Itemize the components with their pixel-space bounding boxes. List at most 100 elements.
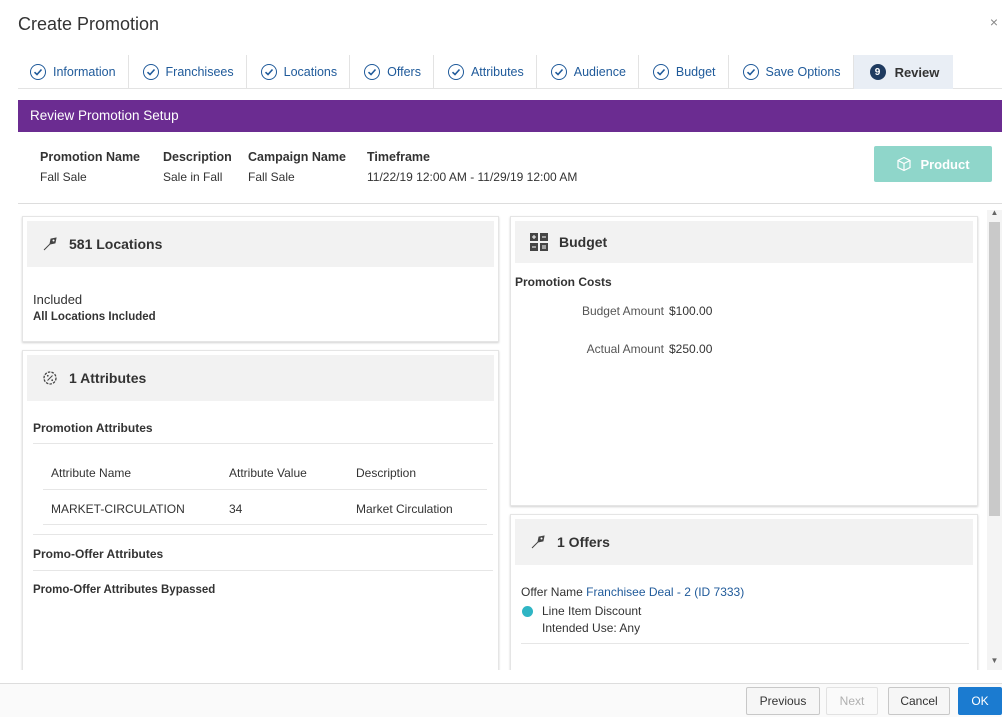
promotion-summary: Promotion Name Fall Sale Description Sal… [18,132,1002,204]
review-content: 581 Locations Included All Locations Inc… [18,208,1002,670]
offer-status-dot [522,606,533,617]
cell-attribute-name: MARKET-CIRCULATION [51,502,185,516]
budget-title: Budget [559,234,608,250]
step-franchisees[interactable]: Franchisees [129,55,247,89]
col-header-description: Description [356,466,417,480]
attributes-panel: 1 Attributes Promotion Attributes Attrib… [22,350,499,670]
dialog-title: Create Promotion [18,14,160,34]
cube-icon [897,156,912,172]
check-circle-icon [364,64,381,80]
summary-campaign-name: Campaign Name Fall Sale [248,150,346,184]
step-budget[interactable]: Budget [639,55,729,89]
scrollbar-thumb[interactable] [989,222,1000,516]
summary-label: Promotion Name [40,150,141,164]
divider [43,524,487,525]
check-circle-icon [30,64,46,80]
product-button-label: Product [920,156,970,172]
offers-panel-header: 1 Offers [515,519,973,565]
locations-panel: 581 Locations Included All Locations Inc… [22,216,499,342]
step-save-options[interactable]: Save Options [729,55,854,89]
scroll-down-icon[interactable]: ▼ [989,656,1000,666]
locations-status: Included [33,292,83,307]
next-button[interactable]: Next [826,687,878,715]
summary-value: Fall Sale [40,170,87,184]
col-header-attribute-value: Attribute Value [229,466,307,480]
offer-name-link[interactable]: Franchisee Deal - 2 (ID 7333) [586,585,744,599]
attributes-title: 1 Attributes [69,370,147,386]
col-header-attribute-name: Attribute Name [51,466,132,480]
step-offers[interactable]: Offers [350,55,434,89]
step-label: Attributes [470,65,524,79]
scroll-up-icon[interactable]: ▲ [989,208,1000,218]
budget-amount-label: Budget Amount [581,304,664,318]
step-label: Audience [573,65,626,79]
summary-promotion-name: Promotion Name Fall Sale [40,150,140,184]
previous-button[interactable]: Previous [746,687,820,715]
promo-offer-attributes-heading: Promo-Offer Attributes [33,547,164,561]
step-locations[interactable]: Locations [247,55,351,89]
locations-title: 581 Locations [69,236,163,252]
check-circle-icon [550,64,567,80]
actual-amount-value: $250.00 [669,342,713,356]
cell-attribute-value: 34 [229,502,243,516]
percent-gear-icon [41,369,59,387]
summary-value: Fall Sale [248,170,295,184]
dialog-footer: Previous Next Cancel OK [0,683,1002,717]
actual-amount-label: Actual Amount [586,342,664,356]
divider [33,534,493,535]
budget-panel-header: Budget [515,221,973,263]
check-circle-icon [260,64,277,80]
offer-name-row: Offer Name Franchisee Deal - 2 (ID 7333) [521,585,744,599]
summary-description: Description Sale in Fall [163,150,232,184]
divider [43,489,487,490]
tag-icon [529,533,547,551]
offers-title: 1 Offers [557,534,610,550]
calculator-icon [529,232,549,252]
promotion-attributes-heading: Promotion Attributes [33,421,153,435]
step-attributes[interactable]: Attributes [434,55,537,89]
divider [33,443,493,444]
step-label: Budget [675,65,716,79]
summary-value: Sale in Fall [163,170,223,184]
step-label: Locations [283,65,338,79]
divider [33,570,493,571]
offer-type: Line Item Discount [542,604,642,618]
offers-panel: 1 Offers Offer Name Franchisee Deal - 2 … [510,514,978,670]
tag-icon [41,235,59,253]
step-label: Review [894,64,940,80]
summary-label: Description [163,150,232,164]
step-review[interactable]: 9 Review [853,55,954,89]
check-circle-icon [142,64,159,80]
summary-timeframe: Timeframe 11/22/19 12:00 AM - 11/29/19 1… [367,150,577,184]
summary-label: Campaign Name [248,150,346,164]
review-header: Review Promotion Setup [18,100,1002,132]
offer-intended-use: Intended Use: Any [542,621,641,635]
cancel-button[interactable]: Cancel [888,687,950,715]
step-label: Information [53,65,116,79]
locations-panel-header: 581 Locations [27,221,494,267]
dialog-titlebar: Create Promotion × [0,0,1002,44]
step-audience[interactable]: Audience [537,55,639,89]
locations-detail: All Locations Included [33,311,156,323]
promo-offer-bypassed-text: Promo-Offer Attributes Bypassed [33,584,216,596]
budget-amount-value: $100.00 [669,304,713,318]
check-circle-icon [447,64,464,80]
summary-label: Timeframe [367,150,430,164]
step-label: Offers [387,65,421,79]
offer-name-label: Offer Name [521,585,583,599]
promotion-costs-heading: Promotion Costs [515,275,612,289]
step-label: Save Options [765,65,841,79]
step-number-badge: 9 [869,64,886,80]
check-circle-icon [742,64,759,80]
check-circle-icon [652,64,669,80]
divider [521,643,969,644]
close-icon[interactable]: × [990,14,998,30]
product-button[interactable]: Product [874,146,992,182]
step-label: Franchisees [165,65,234,79]
summary-value: 11/22/19 12:00 AM - 11/29/19 12:00 AM [367,170,578,184]
ok-button[interactable]: OK [958,687,1002,715]
cell-description: Market Circulation [356,502,453,516]
budget-panel: Budget Promotion Costs Budget Amount $10… [510,216,978,506]
attributes-panel-header: 1 Attributes [27,355,494,401]
step-information[interactable]: Information [18,55,129,89]
